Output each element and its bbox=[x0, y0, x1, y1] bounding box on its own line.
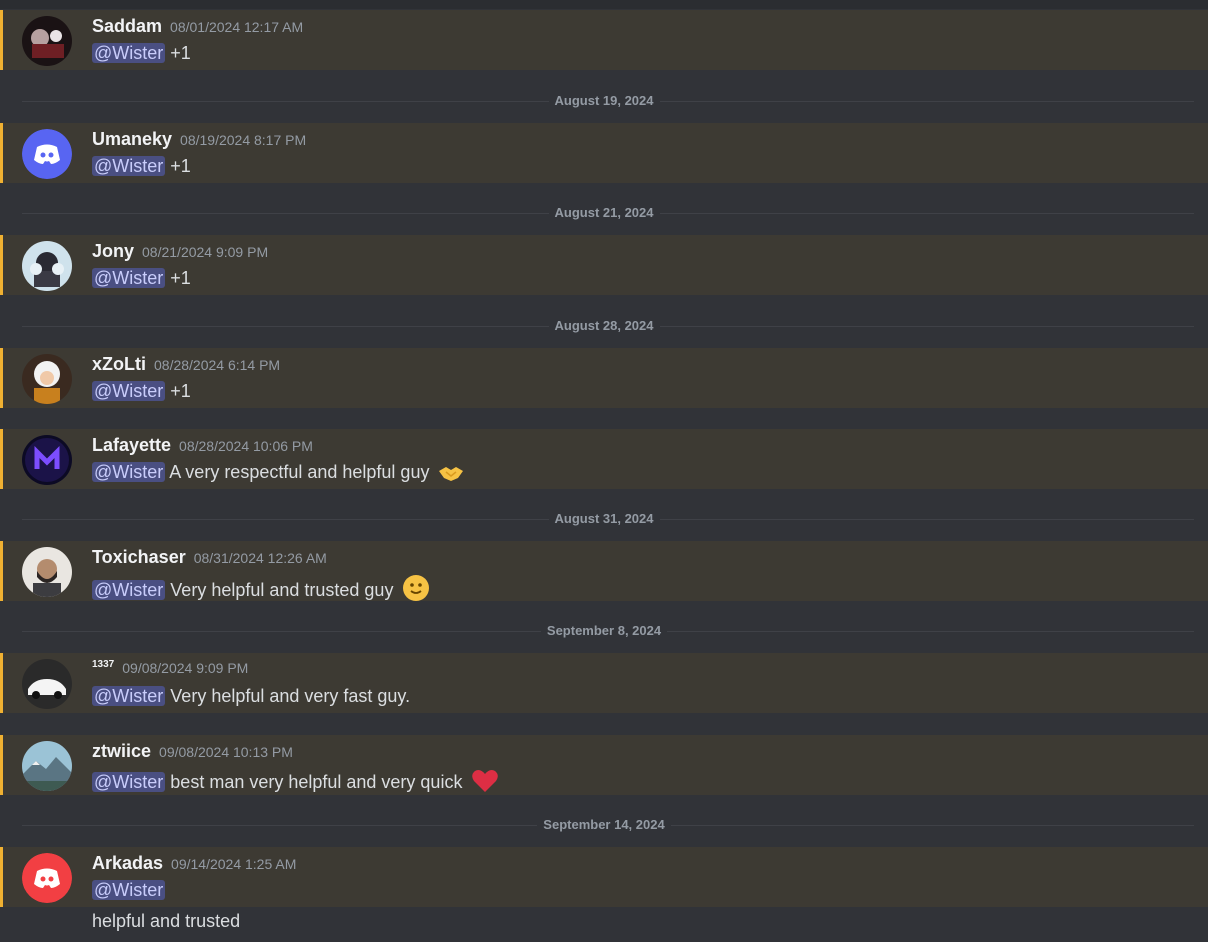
message-text-continued: helpful and trusted bbox=[92, 911, 241, 931]
message-text: +1 bbox=[170, 156, 191, 176]
date-divider: August 31, 2024 bbox=[0, 511, 1208, 526]
username[interactable]: Lafayette bbox=[92, 435, 171, 455]
message-text: best man very helpful and very quick bbox=[170, 772, 463, 792]
timestamp: 09/14/2024 1:25 AM bbox=[171, 856, 297, 872]
highlight-bar bbox=[0, 429, 3, 489]
highlight-bar bbox=[0, 235, 3, 295]
highlight-bar bbox=[0, 123, 3, 183]
message-header: 1337 09/08/2024 9:09 PM bbox=[92, 659, 248, 678]
user-mention[interactable]: @Wister bbox=[92, 580, 166, 600]
message-content: @Wister Very helpful and very fast guy. bbox=[92, 686, 410, 707]
highlight-bar bbox=[0, 653, 3, 713]
timestamp: 08/19/2024 8:17 PM bbox=[180, 132, 307, 148]
avatar[interactable] bbox=[22, 354, 72, 404]
slight-smile-emoji-icon bbox=[402, 574, 430, 607]
handshake-emoji-icon bbox=[438, 462, 464, 489]
username[interactable]: xZoLti bbox=[92, 354, 146, 374]
message-content: @Wister A very respectful and helpful gu… bbox=[92, 462, 464, 489]
message-text: +1 bbox=[170, 43, 191, 63]
username[interactable]: ztwiice bbox=[92, 741, 151, 761]
message[interactable]: 1337 09/08/2024 9:09 PM @Wister Very help… bbox=[0, 653, 1208, 713]
username[interactable]: Arkadas bbox=[92, 853, 163, 873]
highlight-bar bbox=[0, 348, 3, 408]
highlight-bar bbox=[0, 847, 3, 907]
timestamp: 09/08/2024 9:09 PM bbox=[122, 660, 249, 676]
username[interactable]: Umaneky bbox=[92, 129, 172, 149]
user-mention[interactable]: @Wister bbox=[92, 686, 166, 706]
message[interactable]: Umaneky 08/19/2024 8:17 PM @Wister +1 bbox=[0, 123, 1208, 183]
message-text: Very helpful and trusted guy bbox=[170, 580, 394, 600]
message-content: @Wister best man very helpful and very q… bbox=[92, 768, 499, 799]
date-divider: August 28, 2024 bbox=[0, 318, 1208, 333]
message-header: Saddam 08/01/2024 12:17 AM bbox=[92, 16, 303, 37]
date-divider: September 14, 2024 bbox=[0, 817, 1208, 832]
message-content: @Wister +1 bbox=[92, 156, 191, 177]
message-header: Arkadas 09/14/2024 1:25 AM bbox=[92, 853, 296, 874]
avatar[interactable] bbox=[22, 853, 72, 903]
message[interactable]: Toxichaser 08/31/2024 12:26 AM @Wister Ve… bbox=[0, 541, 1208, 601]
username[interactable]: Saddam bbox=[92, 16, 162, 36]
message[interactable]: ztwiice 09/08/2024 10:13 PM @Wister best … bbox=[0, 735, 1208, 795]
message[interactable]: Lafayette 08/28/2024 10:06 PM @Wister A v… bbox=[0, 429, 1208, 489]
message[interactable]: Arkadas 09/14/2024 1:25 AM @Wister bbox=[0, 847, 1208, 907]
avatar[interactable] bbox=[22, 129, 72, 179]
message-content: @Wister +1 bbox=[92, 381, 191, 402]
message[interactable]: Saddam 08/01/2024 12:17 AM @Wister +1 bbox=[0, 10, 1208, 70]
message[interactable]: Jony 08/21/2024 9:09 PM @Wister +1 bbox=[0, 235, 1208, 295]
highlight-bar bbox=[0, 735, 3, 795]
message-content: @Wister Very helpful and trusted guy bbox=[92, 574, 430, 607]
message-header: Umaneky 08/19/2024 8:17 PM bbox=[92, 129, 306, 150]
message-text: +1 bbox=[170, 381, 191, 401]
avatar[interactable] bbox=[22, 435, 72, 485]
username[interactable]: 1337 bbox=[92, 659, 114, 670]
timestamp: 09/08/2024 10:13 PM bbox=[159, 744, 293, 760]
top-strip bbox=[0, 0, 1208, 9]
user-mention[interactable]: @Wister bbox=[92, 462, 166, 482]
user-mention[interactable]: @Wister bbox=[92, 381, 166, 401]
message-text: A very respectful and helpful guy bbox=[169, 462, 430, 482]
highlight-bar bbox=[0, 541, 3, 601]
highlight-bar bbox=[0, 10, 3, 70]
date-divider: August 19, 2024 bbox=[0, 93, 1208, 108]
date-divider: September 8, 2024 bbox=[0, 623, 1208, 638]
timestamp: 08/28/2024 10:06 PM bbox=[179, 438, 313, 454]
timestamp: 08/31/2024 12:26 AM bbox=[193, 550, 327, 566]
user-mention[interactable]: @Wister bbox=[92, 772, 166, 792]
avatar[interactable] bbox=[22, 547, 72, 597]
message-header: ztwiice 09/08/2024 10:13 PM bbox=[92, 741, 293, 762]
message-header: xZoLti 08/28/2024 6:14 PM bbox=[92, 354, 280, 375]
date-divider: August 21, 2024 bbox=[0, 205, 1208, 220]
avatar[interactable] bbox=[22, 741, 72, 791]
message-text: +1 bbox=[170, 268, 191, 288]
message-content: @Wister +1 bbox=[92, 268, 191, 289]
user-mention[interactable]: @Wister bbox=[92, 880, 166, 900]
user-mention[interactable]: @Wister bbox=[92, 156, 166, 176]
message-content: @Wister bbox=[92, 880, 166, 901]
message-header: Lafayette 08/28/2024 10:06 PM bbox=[92, 435, 313, 456]
username[interactable]: Toxichaser bbox=[92, 547, 186, 567]
username[interactable]: Jony bbox=[92, 241, 134, 261]
timestamp: 08/01/2024 12:17 AM bbox=[170, 19, 304, 35]
message-content: @Wister +1 bbox=[92, 43, 191, 64]
timestamp: 08/21/2024 9:09 PM bbox=[142, 244, 269, 260]
avatar[interactable] bbox=[22, 241, 72, 291]
avatar[interactable] bbox=[22, 16, 72, 66]
user-mention[interactable]: @Wister bbox=[92, 268, 166, 288]
message[interactable]: xZoLti 08/28/2024 6:14 PM @Wister +1 bbox=[0, 348, 1208, 408]
message-header: Toxichaser 08/31/2024 12:26 AM bbox=[92, 547, 327, 568]
message-header: Jony 08/21/2024 9:09 PM bbox=[92, 241, 268, 262]
message-text: Very helpful and very fast guy. bbox=[170, 686, 411, 706]
user-mention[interactable]: @Wister bbox=[92, 43, 166, 63]
avatar[interactable] bbox=[22, 659, 72, 709]
red-heart-emoji-icon bbox=[471, 768, 499, 799]
timestamp: 08/28/2024 6:14 PM bbox=[154, 357, 281, 373]
